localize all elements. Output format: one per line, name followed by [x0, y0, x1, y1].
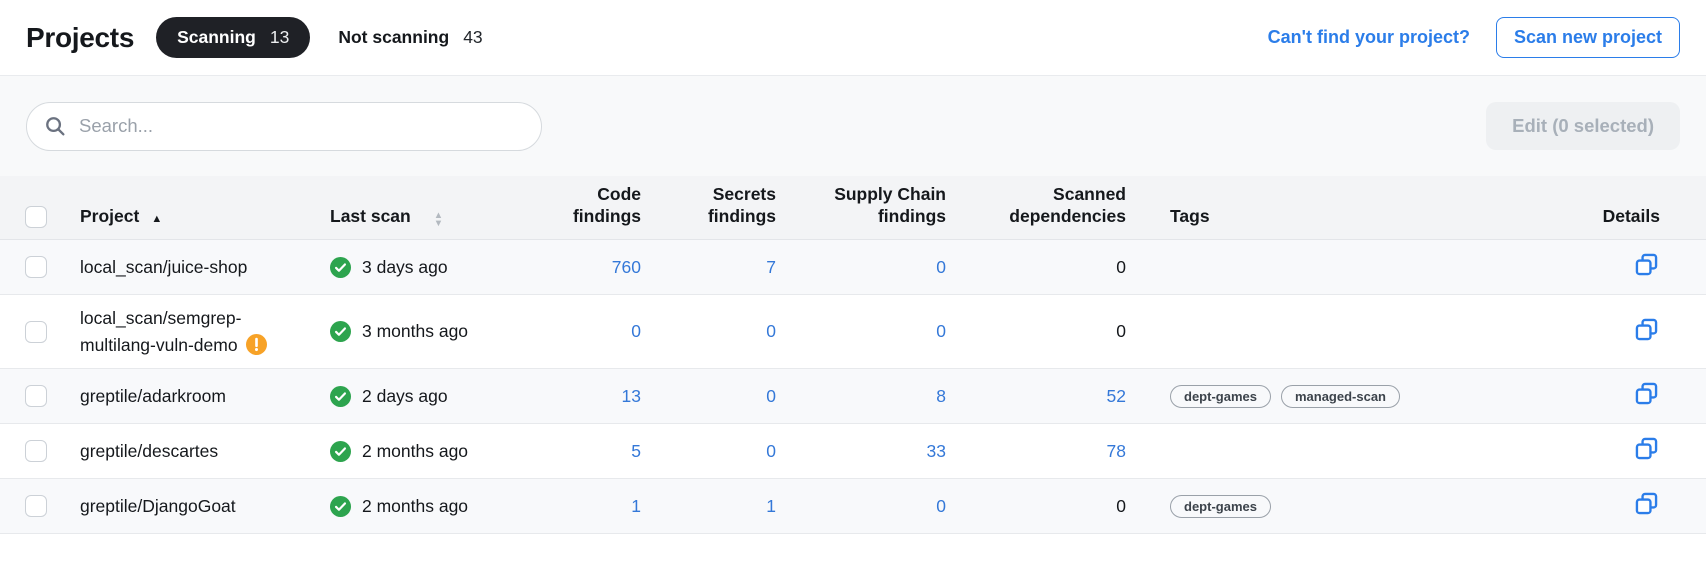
- tab-scanning-label: Scanning: [177, 27, 256, 48]
- project-name[interactable]: local_scan/juice-shop: [80, 257, 247, 277]
- column-header-project-label: Project: [80, 206, 139, 226]
- tag-pill: dept-games: [1170, 495, 1271, 518]
- project-name[interactable]: greptile/adarkroom: [80, 386, 226, 406]
- sort-toggle-icon: ▲▼: [434, 212, 443, 228]
- supply-chain-findings-count[interactable]: 0: [776, 496, 946, 517]
- column-header-tags: Tags: [1126, 205, 1546, 228]
- tags-cell: dept-games managed-scan: [1126, 385, 1546, 408]
- table-bottom-area: [0, 534, 1706, 576]
- secrets-findings-count[interactable]: 0: [641, 321, 776, 342]
- column-header-code-findings: Code findings: [526, 183, 641, 229]
- tag-pill: managed-scan: [1281, 385, 1400, 408]
- warning-icon[interactable]: [246, 334, 267, 355]
- project-details-icon[interactable]: [1633, 490, 1660, 517]
- tags-cell: dept-games: [1126, 495, 1546, 518]
- tab-scanning[interactable]: Scanning 13: [156, 17, 310, 58]
- tab-not-scanning-count: 43: [463, 27, 482, 48]
- row-checkbox[interactable]: [25, 495, 47, 517]
- code-findings-count[interactable]: 0: [526, 321, 641, 342]
- supply-chain-findings-count[interactable]: 8: [776, 386, 946, 407]
- column-header-supply-chain-findings: Supply Chain findings: [776, 183, 946, 229]
- row-checkbox[interactable]: [25, 321, 47, 343]
- scanned-dependencies-count[interactable]: 52: [946, 386, 1126, 407]
- last-scan-text: 2 days ago: [362, 386, 448, 407]
- row-checkbox[interactable]: [25, 256, 47, 278]
- project-details-icon[interactable]: [1633, 316, 1660, 343]
- cant-find-project-link[interactable]: Can't find your project?: [1268, 27, 1470, 48]
- column-header-secrets-findings: Secrets findings: [641, 183, 776, 229]
- scanned-dependencies-count: 0: [946, 496, 1126, 517]
- page-header: Projects Scanning 13 Not scanning 43 Can…: [0, 0, 1706, 76]
- project-name[interactable]: greptile/DjangoGoat: [80, 496, 236, 516]
- row-checkbox[interactable]: [25, 440, 47, 462]
- last-scan-text: 2 months ago: [362, 496, 468, 517]
- code-findings-count[interactable]: 13: [526, 386, 641, 407]
- supply-chain-findings-count[interactable]: 0: [776, 321, 946, 342]
- secrets-findings-count[interactable]: 0: [641, 386, 776, 407]
- column-header-scanned-dependencies: Scanned dependencies: [946, 183, 1126, 229]
- table-row: greptile/adarkroom 2 days ago 13 0 8 52 …: [0, 369, 1706, 424]
- scan-success-icon: [330, 321, 351, 342]
- scanned-dependencies-count: 0: [946, 257, 1126, 278]
- project-details-icon[interactable]: [1633, 251, 1660, 278]
- table-row: local_scan/semgrep-multilang-vuln-demo 3…: [0, 295, 1706, 369]
- tab-not-scanning[interactable]: Not scanning 43: [334, 17, 486, 58]
- scanned-dependencies-count: 0: [946, 321, 1126, 342]
- toolbar: Edit (0 selected): [0, 76, 1706, 176]
- last-scan-text: 3 days ago: [362, 257, 448, 278]
- search-input[interactable]: [26, 102, 542, 151]
- search-box: [26, 102, 542, 151]
- sort-ascending-icon: ▲: [151, 213, 162, 225]
- column-header-project[interactable]: Project ▲: [56, 205, 316, 228]
- scan-new-project-button[interactable]: Scan new project: [1496, 17, 1680, 58]
- column-header-details: Details: [1546, 205, 1706, 228]
- code-findings-count[interactable]: 760: [526, 257, 641, 278]
- code-findings-count[interactable]: 5: [526, 441, 641, 462]
- scan-success-icon: [330, 257, 351, 278]
- project-name[interactable]: local_scan/semgrep-multilang-vuln-demo: [80, 308, 241, 354]
- search-icon: [44, 115, 67, 138]
- table-row: local_scan/juice-shop 3 days ago 760 7 0…: [0, 240, 1706, 295]
- supply-chain-findings-count[interactable]: 33: [776, 441, 946, 462]
- last-scan-text: 3 months ago: [362, 321, 468, 342]
- project-details-icon[interactable]: [1633, 435, 1660, 462]
- table-row: greptile/descartes 2 months ago 5 0 33 7…: [0, 424, 1706, 479]
- secrets-findings-count[interactable]: 0: [641, 441, 776, 462]
- tab-not-scanning-label: Not scanning: [338, 27, 449, 48]
- project-details-icon[interactable]: [1633, 380, 1660, 407]
- table-row: greptile/DjangoGoat 2 months ago 1 1 0 0…: [0, 479, 1706, 534]
- scanned-dependencies-count[interactable]: 78: [946, 441, 1126, 462]
- page-title: Projects: [26, 22, 134, 54]
- last-scan-text: 2 months ago: [362, 441, 468, 462]
- secrets-findings-count[interactable]: 1: [641, 496, 776, 517]
- row-checkbox[interactable]: [25, 385, 47, 407]
- supply-chain-findings-count[interactable]: 0: [776, 257, 946, 278]
- edit-selected-button[interactable]: Edit (0 selected): [1486, 102, 1680, 150]
- scan-success-icon: [330, 441, 351, 462]
- scan-success-icon: [330, 496, 351, 517]
- column-header-last-scan[interactable]: Last scan ▲▼: [316, 205, 526, 228]
- table-header-row: Project ▲ Last scan ▲▼ Code findings Secre…: [0, 176, 1706, 240]
- secrets-findings-count[interactable]: 7: [641, 257, 776, 278]
- tag-pill: dept-games: [1170, 385, 1271, 408]
- select-all-checkbox[interactable]: [25, 206, 47, 228]
- project-name[interactable]: greptile/descartes: [80, 441, 218, 461]
- column-header-last-scan-label: Last scan: [330, 205, 411, 228]
- code-findings-count[interactable]: 1: [526, 496, 641, 517]
- scan-success-icon: [330, 386, 351, 407]
- tab-scanning-count: 13: [270, 27, 289, 48]
